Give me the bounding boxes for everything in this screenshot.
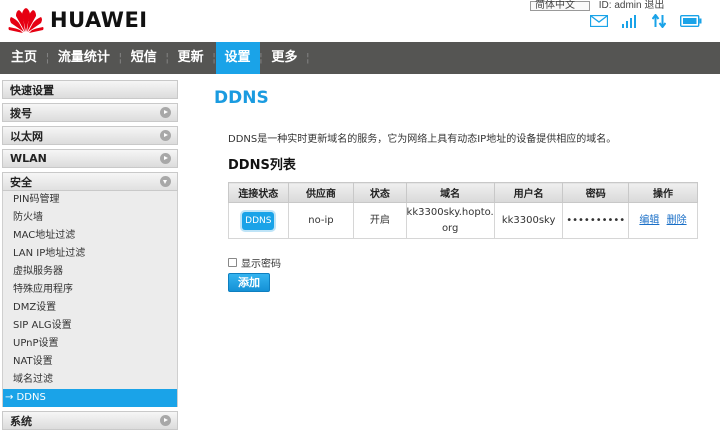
table-header-row: 连接状态 供应商 状态 域名 用户名 密码 操作 — [228, 182, 699, 203]
column-header: 状态 — [353, 182, 407, 203]
sidebar-item-dmz[interactable]: DMZ设置 — [3, 299, 177, 317]
show-password-checkbox[interactable] — [228, 258, 237, 267]
password-cell: •••••••••• — [562, 202, 629, 239]
add-button[interactable]: 添加 — [228, 273, 270, 292]
column-header: 操作 — [627, 182, 699, 203]
connection-status-cell: DDNS — [228, 202, 289, 239]
sidebar-item-label: WLAN — [10, 152, 47, 165]
sidebar-item-ethernet[interactable]: 以太网 — [2, 126, 178, 145]
domain-cell: kk3300sky.hopto. org — [405, 202, 495, 239]
domain-text-line1: kk3300sky.hopto. — [406, 206, 494, 218]
domain-text-line2: org — [441, 222, 459, 234]
actions-cell: 编辑 删除 — [627, 202, 699, 239]
sidebar-item-security[interactable]: 安全 — [2, 172, 178, 191]
chevron-right-icon — [160, 153, 171, 164]
chevron-right-icon — [160, 415, 171, 426]
nav-sms[interactable]: 短信 — [122, 42, 166, 74]
data-transfer-icon — [652, 14, 666, 28]
sidebar-item-nat[interactable]: NAT设置 — [3, 353, 177, 371]
chevron-right-icon — [160, 107, 171, 118]
status-cell: 开启 — [353, 202, 407, 239]
sidebar-item-ddns[interactable]: → DDNS — [3, 389, 177, 407]
huawei-logo-icon — [8, 8, 44, 33]
sidebar-item-pin[interactable]: PIN码管理 — [3, 191, 177, 209]
column-header: 连接状态 — [228, 182, 289, 203]
nav-statistics[interactable]: 流量统计 — [49, 42, 119, 74]
show-password-label: 显示密码 — [241, 259, 281, 270]
sidebar-item-virtual-server[interactable]: 虚拟服务器 — [3, 263, 177, 281]
sidebar-item-upnp[interactable]: UPnP设置 — [3, 335, 177, 353]
chevron-right-icon — [160, 130, 171, 141]
topbar: 简体中文 ID: admin 退出 — [530, 0, 664, 11]
connection-status-badge: DDNS — [242, 211, 275, 230]
sidebar-item-lan-ip-filter[interactable]: LAN IP地址过滤 — [3, 245, 177, 263]
sidebar-item-mac-filter[interactable]: MAC地址过滤 — [3, 227, 177, 245]
sidebar-item-domain-filter[interactable]: 域名过滤 — [3, 371, 177, 389]
sidebar-item-firewall[interactable]: 防火墙 — [3, 209, 177, 227]
language-select[interactable]: 简体中文 — [530, 1, 590, 11]
column-header: 域名 — [405, 182, 495, 203]
sidebar-item-sip-alg[interactable]: SIP ALG设置 — [3, 317, 177, 335]
sidebar-item-system[interactable]: 系统 — [2, 411, 178, 430]
sidebar-item-quick-setup[interactable]: 快速设置 — [2, 80, 178, 99]
sidebar-item-label: 以太网 — [10, 129, 43, 143]
page-description: DDNS是一种实时更新域名的服务，它为网络上具有动态IP地址的设备提供相应的域名… — [228, 134, 617, 145]
sidebar-item-label: 系统 — [10, 414, 32, 428]
huawei-logo: HUAWEI — [8, 6, 148, 34]
sidebar-item-label: 拨号 — [10, 106, 32, 120]
brand-name: HUAWEI — [50, 8, 148, 32]
security-submenu: PIN码管理 防火墙 MAC地址过滤 LAN IP地址过滤 虚拟服务器 特殊应用… — [2, 191, 178, 407]
nav-home[interactable]: 主页 — [0, 42, 46, 74]
table-row: DDNS no-ip 开启 kk3300sky.hopto. org kk330… — [228, 202, 699, 239]
sidebar-item-label: 快速设置 — [10, 83, 54, 97]
sidebar-item-special-apps[interactable]: 特殊应用程序 — [3, 281, 177, 299]
sidebar-item-label: 安全 — [10, 175, 32, 189]
chevron-down-icon — [160, 176, 171, 187]
header: HUAWEI 简体中文 ID: admin 退出 — [0, 0, 720, 42]
sidebar: 快速设置 拨号 以太网 WLAN 安全 PIN码管理 防火墙 MAC地址过滤 L… — [2, 80, 178, 444]
edit-link[interactable]: 编辑 — [639, 215, 659, 226]
column-header: 用户名 — [493, 182, 564, 203]
page-title: DDNS — [214, 88, 269, 108]
main-nav: 主页 ¦ 流量统计 ¦ 短信 ¦ 更新 ¦ 设置 ¦ 更多 ¦ — [0, 42, 720, 74]
show-password-option[interactable]: 显示密码 — [228, 255, 281, 270]
section-title: DDNS列表 — [228, 158, 296, 173]
nav-update[interactable]: 更新 — [169, 42, 213, 74]
delete-link[interactable]: 删除 — [667, 215, 687, 226]
message-icon[interactable] — [590, 15, 608, 27]
column-header: 供应商 — [287, 182, 355, 203]
nav-settings[interactable]: 设置 — [215, 42, 260, 74]
provider-cell: no-ip — [287, 202, 355, 239]
battery-icon — [680, 15, 702, 27]
user-info: ID: admin 退出 — [598, 0, 665, 11]
nav-more[interactable]: 更多 — [262, 42, 306, 74]
sidebar-item-wlan[interactable]: WLAN — [2, 149, 178, 168]
username-cell: kk3300sky — [493, 202, 564, 239]
column-header: 密码 — [562, 182, 629, 203]
ddns-table: 连接状态 供应商 状态 域名 用户名 密码 操作 DDNS no-ip 开启 k… — [228, 182, 699, 239]
sidebar-item-dial[interactable]: 拨号 — [2, 103, 178, 122]
signal-icon — [622, 14, 636, 28]
status-icons — [590, 14, 702, 28]
